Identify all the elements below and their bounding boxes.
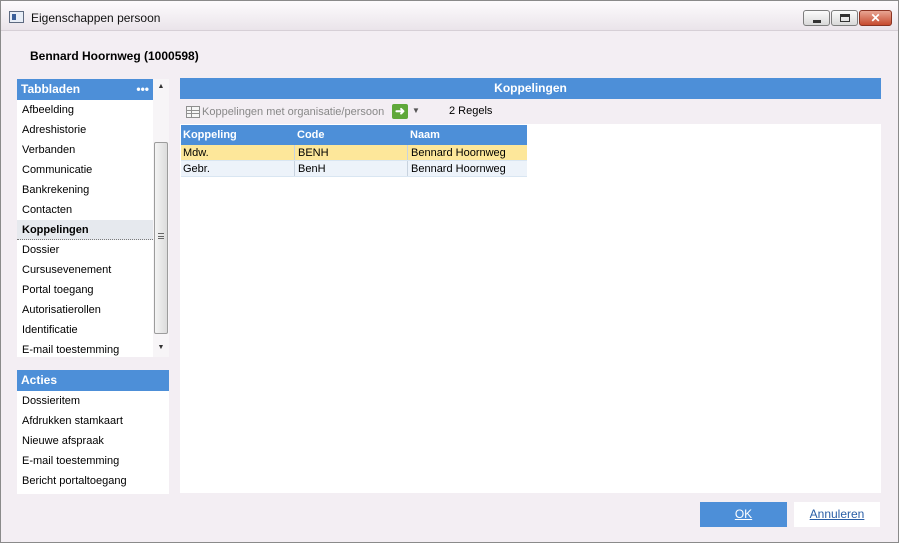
koppelingen-link-button[interactable]: Koppelingen met organisatie/persoon	[185, 104, 384, 120]
grid-toolbar: Koppelingen met organisatie/persoon ➜ ▼ …	[180, 99, 881, 124]
column-header-koppeling[interactable]: Koppeling	[181, 125, 294, 145]
grid-header-row: Koppeling Code Naam	[181, 125, 527, 145]
grip-icon	[158, 233, 164, 239]
acties-list: Dossieritem Afdrukken stamkaart Nieuwe a…	[17, 391, 169, 491]
tab-koppelingen[interactable]: Koppelingen	[17, 220, 153, 240]
row-count: 2 Regels	[449, 105, 493, 117]
tab-portal-toegang[interactable]: Portal toegang	[17, 280, 153, 300]
tab-contacten[interactable]: Contacten	[17, 200, 153, 220]
scroll-thumb[interactable]	[154, 142, 168, 334]
tabbladen-scrollbar[interactable]: ▲ ▼	[153, 79, 169, 357]
table-row[interactable]: Gebr. BenH Bennard Hoornweg	[181, 161, 527, 177]
maximize-icon	[840, 14, 850, 22]
table-row[interactable]: Mdw. BENH Bennard Hoornweg	[181, 145, 527, 161]
cell-naam: Bennard Hoornweg	[407, 145, 527, 160]
cell-code: BenH	[294, 161, 407, 176]
tab-email-toestemming[interactable]: E-mail toestemming	[17, 340, 153, 360]
action-bericht-portaltoegang[interactable]: Bericht portaltoegang	[17, 471, 169, 491]
koppelingen-link-label: Koppelingen met organisatie/persoon	[202, 106, 385, 118]
chevron-down-icon[interactable]: ▼	[412, 106, 420, 115]
action-dossieritem[interactable]: Dossieritem	[17, 391, 169, 411]
column-header-code[interactable]: Code	[294, 125, 407, 145]
action-afdrukken-stamkaart[interactable]: Afdrukken stamkaart	[17, 411, 169, 431]
tab-identificatie[interactable]: Identificatie	[17, 320, 153, 340]
koppelingen-grid: Koppeling Code Naam Mdw. BENH Bennard Ho…	[181, 125, 527, 177]
tabbladen-list: Afbeelding Adreshistorie Verbanden Commu…	[17, 100, 153, 360]
table-icon	[186, 106, 200, 118]
maximize-button[interactable]	[831, 10, 858, 26]
person-title: Bennard Hoornweg (1000598)	[30, 49, 199, 63]
cell-naam: Bennard Hoornweg	[407, 161, 527, 176]
tabbladen-header: Tabbladen •••	[17, 79, 153, 100]
tab-autorisatierollen[interactable]: Autorisatierollen	[17, 300, 153, 320]
more-options-icon[interactable]: •••	[136, 79, 149, 100]
tab-bankrekening[interactable]: Bankrekening	[17, 180, 153, 200]
cancel-button[interactable]: Annuleren	[794, 502, 880, 527]
koppelingen-header: Koppelingen	[180, 78, 881, 99]
title-bar[interactable]: Eigenschappen persoon ✕	[1, 1, 898, 31]
window-icon	[9, 11, 24, 23]
properties-window: Eigenschappen persoon ✕ Bennard Hoornweg…	[0, 0, 899, 543]
action-email-toestemming[interactable]: E-mail toestemming	[17, 451, 169, 471]
close-button[interactable]: ✕	[859, 10, 892, 26]
tabbladen-header-label: Tabbladen	[21, 82, 81, 96]
window-title: Eigenschappen persoon	[31, 11, 161, 25]
acties-header: Acties	[17, 370, 169, 391]
cancel-button-label: Annuleren	[809, 507, 865, 521]
tabbladen-panel: Tabbladen ••• Afbeelding Adreshistorie V…	[17, 79, 169, 357]
minimize-button[interactable]	[803, 10, 830, 26]
acties-panel: Acties Dossieritem Afdrukken stamkaart N…	[17, 370, 169, 494]
ok-button[interactable]: OK	[700, 502, 787, 527]
action-nieuwe-afspraak[interactable]: Nieuwe afspraak	[17, 431, 169, 451]
cell-koppeling: Mdw.	[183, 147, 209, 159]
tab-adreshistorie[interactable]: Adreshistorie	[17, 120, 153, 140]
minimize-icon	[813, 20, 821, 23]
ok-button-label: OK	[734, 507, 753, 521]
close-icon: ✕	[870, 11, 881, 25]
scroll-down-icon[interactable]: ▼	[156, 343, 166, 353]
arrow-right-icon[interactable]: ➜	[392, 104, 408, 119]
tab-dossier[interactable]: Dossier	[17, 240, 153, 260]
scroll-up-icon[interactable]: ▲	[156, 82, 166, 92]
cell-koppeling: Gebr.	[183, 163, 210, 175]
tab-communicatie[interactable]: Communicatie	[17, 160, 153, 180]
cell-code: BENH	[294, 145, 407, 160]
koppelingen-panel: Koppelingen Koppelingen met organisatie/…	[180, 78, 881, 493]
column-header-naam[interactable]: Naam	[407, 125, 527, 145]
tab-verbanden[interactable]: Verbanden	[17, 140, 153, 160]
tab-afbeelding[interactable]: Afbeelding	[17, 100, 153, 120]
tab-cursusevenement[interactable]: Cursusevenement	[17, 260, 153, 280]
